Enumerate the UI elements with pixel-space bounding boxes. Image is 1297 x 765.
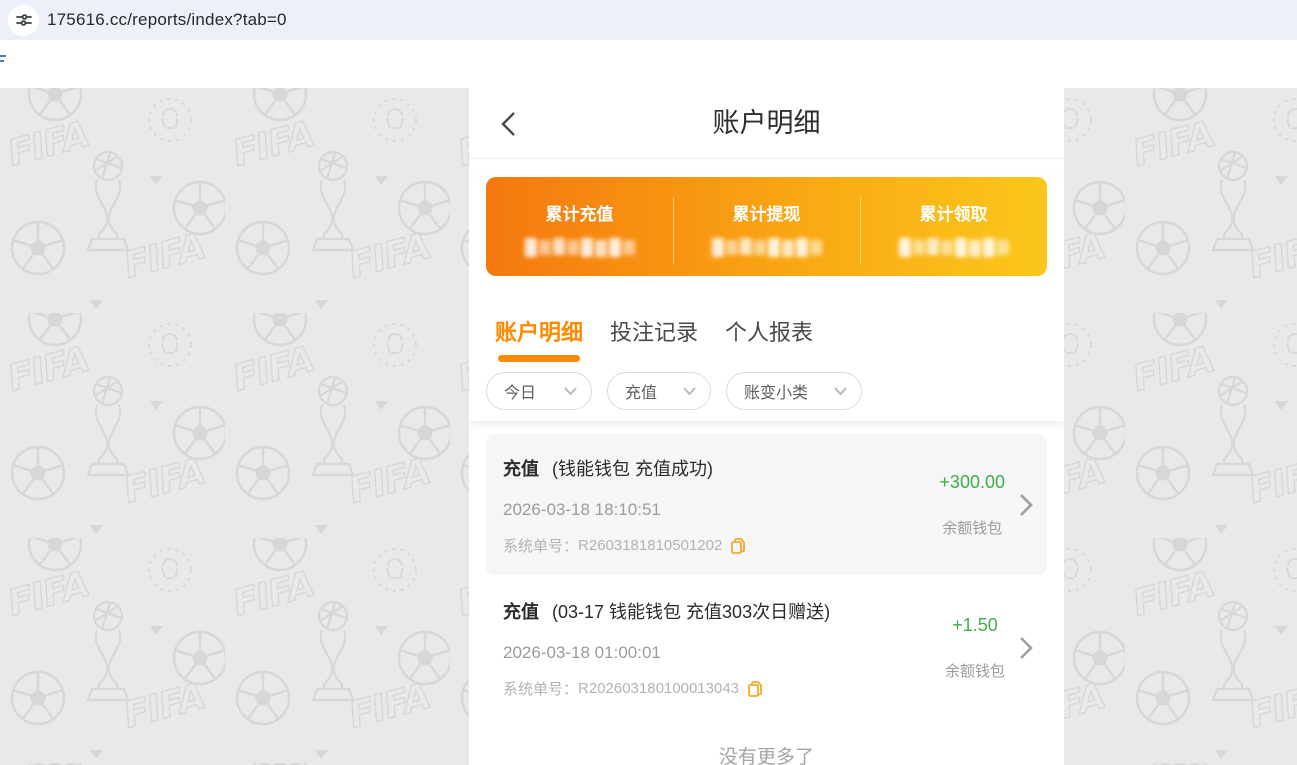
tabs: 账户明细 投注记录 个人报表 [469,315,1064,362]
chevron-down-icon [564,387,577,395]
order-number: R202603180100013043 [578,680,740,697]
chevron-left-icon [499,112,519,141]
record-amount: +300.00 [939,471,1005,492]
record-type: 充值 [503,459,539,479]
redacted-value [524,238,636,257]
filter-type-dropdown[interactable]: 充值 [607,372,712,410]
chevron-down-icon [834,387,847,395]
no-more-label: 没有更多了 [718,747,814,765]
chevron-right-icon[interactable] [1019,493,1033,517]
record-desc: (钱能钱包 充值成功) [552,459,714,479]
account-detail-panel: 账户明细 累计充值 累计提现 累计领取 账户明细 投注记录 个人报表 今日 充值… [469,88,1064,765]
copy-icon[interactable] [731,537,746,554]
tab-account-detail[interactable]: 账户明细 [495,315,583,362]
page-title: 账户明细 [712,108,821,138]
url-text[interactable]: 175616.cc/reports/index?tab=0 [47,10,287,30]
summary-total-withdraw: 累计提现 [673,177,860,276]
edge-glyph [0,55,6,67]
tab-bet-records[interactable]: 投注记录 [610,315,698,362]
record-type: 充值 [503,602,539,622]
filters: 今日 充值 账变小类 [469,372,1064,410]
order-label: 系统单号： [503,538,579,555]
filter-label: 充值 [625,385,658,402]
redacted-value [898,238,1010,257]
copy-icon[interactable] [748,680,763,697]
tab-personal-report[interactable]: 个人报表 [725,315,813,362]
browser-url-bar[interactable]: 175616.cc/reports/index?tab=0 [0,0,1297,40]
chevron-down-icon [683,387,696,395]
record-desc: (03-17 钱能钱包 充值303次日赠送) [552,602,831,622]
back-button[interactable] [499,111,519,137]
record-row[interactable]: 充值 (钱能钱包 充值成功) 2026-03-18 18:10:51 系统单号：… [486,434,1047,575]
summary-label: 累计充值 [545,205,614,224]
page-top-strip [0,40,1297,88]
app-header: 账户明细 [469,88,1064,159]
record-wallet: 余额钱包 [944,662,1005,680]
order-label: 系统单号： [503,681,579,698]
filter-subtype-dropdown[interactable]: 账变小类 [726,372,863,410]
tune-icon [15,12,32,28]
record-wallet: 余额钱包 [942,519,1003,537]
record-right: +1.50 余额钱包 [945,577,1033,718]
record-amount: +1.50 [952,614,998,635]
sticky-header-section: 累计充值 累计提现 累计领取 账户明细 投注记录 个人报表 今日 充值 账变小类 [469,177,1064,421]
chevron-right-icon[interactable] [1019,636,1033,660]
divider [859,197,861,264]
filter-label: 今日 [504,385,537,402]
summary-card: 累计充值 累计提现 累计领取 [486,177,1047,276]
record-right: +300.00 余额钱包 [939,434,1033,575]
summary-total-deposit: 累计充值 [486,177,673,276]
filter-date-dropdown[interactable]: 今日 [486,372,592,410]
record-row[interactable]: 充值 (03-17 钱能钱包 充值303次日赠送) 2026-03-18 01:… [486,577,1047,718]
divider [672,197,674,264]
summary-label: 累计提现 [732,205,801,224]
site-settings-button[interactable] [8,4,39,36]
redacted-value [711,238,823,257]
summary-label: 累计领取 [919,205,988,224]
filter-label: 账变小类 [744,385,809,402]
order-number: R2603181810501202 [578,537,723,554]
summary-total-claim: 累计领取 [860,177,1047,276]
